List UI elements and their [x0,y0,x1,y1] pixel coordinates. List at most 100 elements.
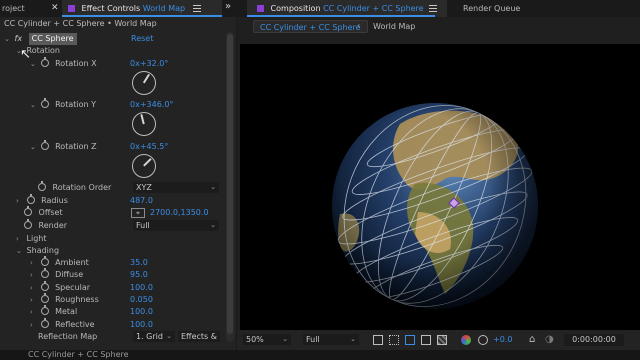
viewer-toolbar: 50% ⌄ Full ⌄ +0.0 ⌂ ◑ 0:00:00:00 [237,330,640,350]
fx-icon[interactable]: fx [15,34,23,43]
rotation-z-value[interactable]: 0x+45.5° [130,141,168,153]
chevron-down-icon[interactable]: ⌄ [30,99,38,111]
stopwatch-icon[interactable] [40,318,49,328]
specular-label: Specular [55,283,91,292]
rotation-y-row[interactable]: ⌄ Rotation Y [30,98,96,111]
rotation-x-row[interactable]: ⌄ Rotation X [30,57,97,70]
radius-label: Radius [41,196,68,205]
stopwatch-icon[interactable] [40,98,49,108]
panel-menu-icon[interactable] [429,5,437,12]
tab-project-label: roject [2,4,25,13]
chevron-right-icon[interactable]: › [30,257,38,269]
offset-label: Offset [38,208,63,217]
breadcrumb-layer[interactable]: World Map [373,21,415,33]
chevron-down-icon[interactable]: ⌄ [30,58,38,70]
exposure-value[interactable]: +0.0 [493,335,512,344]
show-snapshot-icon[interactable]: ◑ [545,334,554,345]
transparency-grid-icon[interactable] [437,335,447,345]
reset-link[interactable]: Reset [131,33,153,45]
stopwatch-icon[interactable] [40,256,49,266]
render-label: Render [38,221,68,230]
chevron-right-icon[interactable]: › [30,269,38,281]
grid-icon[interactable] [389,335,399,345]
chevron-down-icon[interactable]: ⌄ [30,141,38,153]
region-of-interest-icon[interactable] [421,335,431,345]
effect-name[interactable]: CC Sphere [28,33,77,45]
offset-value[interactable]: 2700.0,1350.0 [150,207,209,219]
reflective-value[interactable]: 100.0 [130,319,153,331]
light-group[interactable]: › Light [16,233,47,245]
camera-icon[interactable]: ⌂ [529,334,535,345]
tab-render-queue[interactable]: Render Queue [463,0,520,17]
active-tab-indicator [247,15,435,17]
chevron-right-icon[interactable]: › [30,282,38,294]
chevron-down-icon[interactable]: ⌄ [4,33,12,45]
breadcrumb: CC Cylinder + CC Sphere • World Map [4,19,157,28]
effect-header-row[interactable]: ⌄ fx CC Sphere Reset [4,33,224,45]
rotation-z-row[interactable]: ⌄ Rotation Z [30,140,97,153]
reflection-map-source-select[interactable]: Effects & [178,331,220,342]
chevron-down-icon[interactable]: ⌄ [16,245,24,257]
rotation-y-dial[interactable] [132,112,156,136]
stopwatch-icon[interactable] [40,293,49,303]
dial-needle [143,158,152,167]
exposure-icon[interactable] [478,335,488,345]
reflection-map-row: Reflection Map [38,331,97,343]
rotation-order-select[interactable]: XYZ ⌄ [133,182,219,193]
resolution-select[interactable]: Full ⌄ [303,334,359,345]
chevron-right-icon[interactable]: › [16,195,24,207]
rotation-y-label: Rotation Y [55,100,96,109]
diffuse-value[interactable]: 95.0 [130,269,148,281]
tab-project[interactable]: roject [2,0,25,17]
stopwatch-icon[interactable] [24,219,32,229]
chevron-right-icon[interactable]: › [16,233,24,245]
stopwatch-icon[interactable] [40,281,49,291]
crosshair-icon[interactable]: ⌖ [131,208,145,218]
rotation-y-value[interactable]: 0x+346.0° [130,99,173,111]
composition-viewer[interactable] [240,44,640,330]
timeline-tab-label[interactable]: CC Cylinder + CC Sphere [28,350,129,360]
stopwatch-icon[interactable] [40,140,49,150]
comp-breadcrumb-chip[interactable]: CC Cylinder + CC Sphere [253,20,368,33]
layer-color-icon [68,5,75,12]
metal-row: › Metal [30,305,77,318]
ambient-value[interactable]: 35.0 [130,257,148,269]
color-channels-icon[interactable] [461,335,471,345]
roughness-value[interactable]: 0.050 [130,294,153,306]
chevron-right-icon[interactable]: › [30,294,38,306]
stopwatch-icon[interactable] [38,181,46,191]
close-icon[interactable]: ✕ [51,3,59,13]
rotation-x-value[interactable]: 0x+32.0° [130,58,168,70]
ambient-row: › Ambient [30,256,89,269]
snapshot-icon[interactable] [373,335,383,345]
panel-menu-icon[interactable] [193,5,201,12]
stopwatch-icon[interactable] [40,268,49,278]
reflective-label: Reflective [55,320,95,329]
rotation-order-value: XYZ [136,183,152,192]
tab-effect-controls-layer: World Map [142,4,186,13]
stopwatch-icon[interactable] [26,194,35,204]
tab-effect-controls-label: Effect Controls [81,4,141,13]
chevron-down-icon: ⌄ [282,335,288,343]
shading-group[interactable]: ⌄ Shading [16,245,59,257]
stopwatch-icon[interactable] [24,206,32,216]
globe-render [332,103,538,309]
zoom-select[interactable]: 50% ⌄ [243,334,291,345]
specular-value[interactable]: 100.0 [130,282,153,294]
offset-row: Offset [24,206,63,219]
expand-panels-icon[interactable]: » [225,1,231,12]
stopwatch-icon[interactable] [40,305,49,315]
metal-value[interactable]: 100.0 [130,306,153,318]
timecode-display[interactable]: 0:00:00:00 [564,334,624,346]
radius-value[interactable]: 487.0 [130,195,153,207]
stopwatch-icon[interactable] [40,57,49,67]
scrollbar-thumb[interactable] [227,34,233,334]
rotation-x-dial[interactable] [132,71,156,95]
reflection-map-layer-select[interactable]: 1. Grid ⌄ [133,331,175,342]
rotation-z-dial[interactable] [132,154,156,178]
chevron-right-icon[interactable]: › [30,319,38,331]
mask-visibility-icon[interactable] [405,335,415,345]
chevron-right-icon[interactable]: › [30,306,38,318]
render-select[interactable]: Full ⌄ [133,220,219,231]
rotation-order-row: Rotation Order [38,181,111,194]
